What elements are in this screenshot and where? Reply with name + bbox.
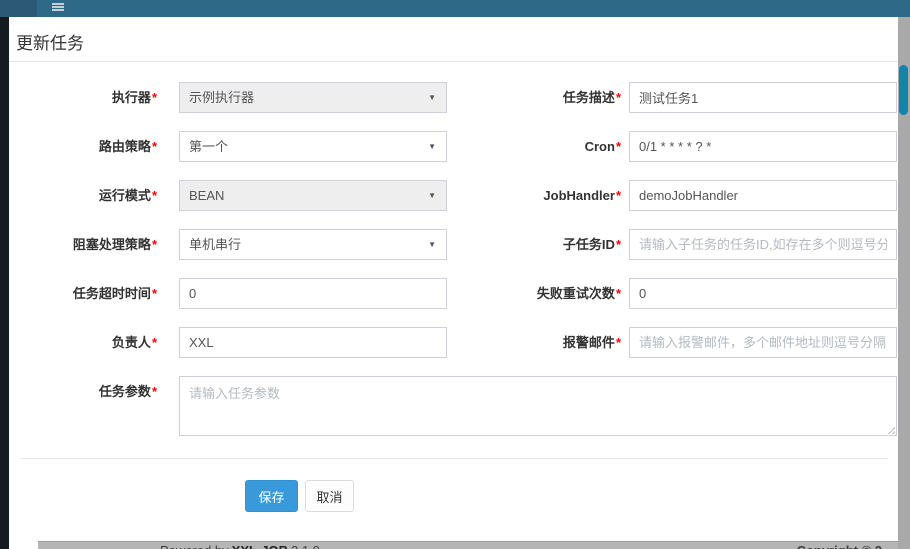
author-input[interactable] <box>179 327 447 358</box>
child-job-id-label: 子任务ID* <box>464 229 621 260</box>
job-param-field <box>179 376 897 436</box>
block-strategy-label: 阻塞处理策略* <box>9 229 157 260</box>
executor-label: 执行器* <box>9 82 157 113</box>
hamburger-menu-icon[interactable] <box>52 3 64 14</box>
job-param-textarea[interactable] <box>179 376 897 436</box>
sidebar-edge <box>0 17 9 549</box>
page-footer: Powered byXXL-JOB2.1.0 Copyright © 2 <box>38 541 898 549</box>
form-row-block-strategy: 阻塞处理策略* 单机串行 ▼ 子任务ID* <box>9 229 898 260</box>
caret-down-icon: ▼ <box>428 142 436 151</box>
caret-down-icon: ▼ <box>428 191 436 200</box>
form-row-executor: 执行器* 示例执行器 ▼ 任务描述* <box>9 82 898 113</box>
copyright-text: Copyright © 2 <box>797 543 882 549</box>
executor-select: 示例执行器 ▼ <box>179 82 447 113</box>
form-row-glue-type: 运行模式* BEAN ▼ JobHandler* <box>9 180 898 211</box>
top-navbar <box>0 0 910 17</box>
glue-type-select-value: BEAN <box>189 181 422 210</box>
required-asterisk: * <box>152 188 157 203</box>
author-label: 负责人* <box>9 327 157 358</box>
route-strategy-select[interactable]: 第一个 ▼ <box>179 131 447 162</box>
powered-by-text: Powered byXXL-JOB2.1.0 <box>160 543 320 549</box>
required-asterisk: * <box>152 237 157 252</box>
route-strategy-label: 路由策略* <box>9 131 157 162</box>
form-row-job-param: 任务参数* <box>9 376 898 436</box>
required-asterisk: * <box>616 286 621 301</box>
caret-down-icon: ▼ <box>428 93 436 102</box>
required-asterisk: * <box>152 286 157 301</box>
save-button[interactable]: 保存 <box>245 480 298 512</box>
modal-title: 更新任务 <box>16 29 84 54</box>
job-handler-input[interactable] <box>629 180 897 211</box>
block-strategy-select[interactable]: 单机串行 ▼ <box>179 229 447 260</box>
alarm-email-label: 报警邮件* <box>464 327 621 358</box>
required-asterisk: * <box>616 139 621 154</box>
required-asterisk: * <box>152 335 157 350</box>
modal-footer-divider <box>20 458 888 459</box>
form-row-author: 负责人* 报警邮件* <box>9 327 898 358</box>
fail-retry-label: 失败重试次数* <box>464 278 621 309</box>
caret-down-icon: ▼ <box>428 240 436 249</box>
required-asterisk: * <box>616 335 621 350</box>
cron-label: Cron* <box>464 131 621 162</box>
job-desc-input[interactable] <box>629 82 897 113</box>
form-row-timeout: 任务超时时间* 失败重试次数* <box>9 278 898 309</box>
executor-select-value: 示例执行器 <box>189 83 422 112</box>
required-asterisk: * <box>152 139 157 154</box>
powered-by-prefix: Powered by <box>160 543 229 549</box>
brand-version: 2.1.0 <box>291 543 320 549</box>
cancel-button[interactable]: 取消 <box>305 480 354 512</box>
required-asterisk: * <box>616 188 621 203</box>
alarm-email-input[interactable] <box>629 327 897 358</box>
required-asterisk: * <box>616 237 621 252</box>
route-strategy-select-value: 第一个 <box>189 132 422 161</box>
timeout-label: 任务超时时间* <box>9 278 157 309</box>
brand-name: XXL-JOB <box>232 543 288 549</box>
required-asterisk: * <box>152 90 157 105</box>
modal-header: 更新任务 <box>9 17 898 62</box>
glue-type-select: BEAN ▼ <box>179 180 447 211</box>
update-job-modal: 更新任务 执行器* 示例执行器 ▼ 任务描述* 路由策略* 第一个 ▼ Cron… <box>9 17 898 538</box>
form-row-route: 路由策略* 第一个 ▼ Cron* <box>9 131 898 162</box>
glue-type-label: 运行模式* <box>9 180 157 211</box>
job-desc-label: 任务描述* <box>464 82 621 113</box>
scrollbar-track[interactable] <box>898 17 910 549</box>
cron-input[interactable] <box>629 131 897 162</box>
job-param-label: 任务参数* <box>9 376 157 407</box>
timeout-input[interactable] <box>179 278 447 309</box>
child-job-id-input[interactable] <box>629 229 897 260</box>
fail-retry-input[interactable] <box>629 278 897 309</box>
navbar-logo <box>0 0 37 17</box>
job-handler-label: JobHandler* <box>464 180 621 211</box>
required-asterisk: * <box>616 90 621 105</box>
scrollbar-thumb[interactable] <box>899 65 908 115</box>
block-strategy-select-value: 单机串行 <box>189 230 422 259</box>
required-asterisk: * <box>152 384 157 399</box>
